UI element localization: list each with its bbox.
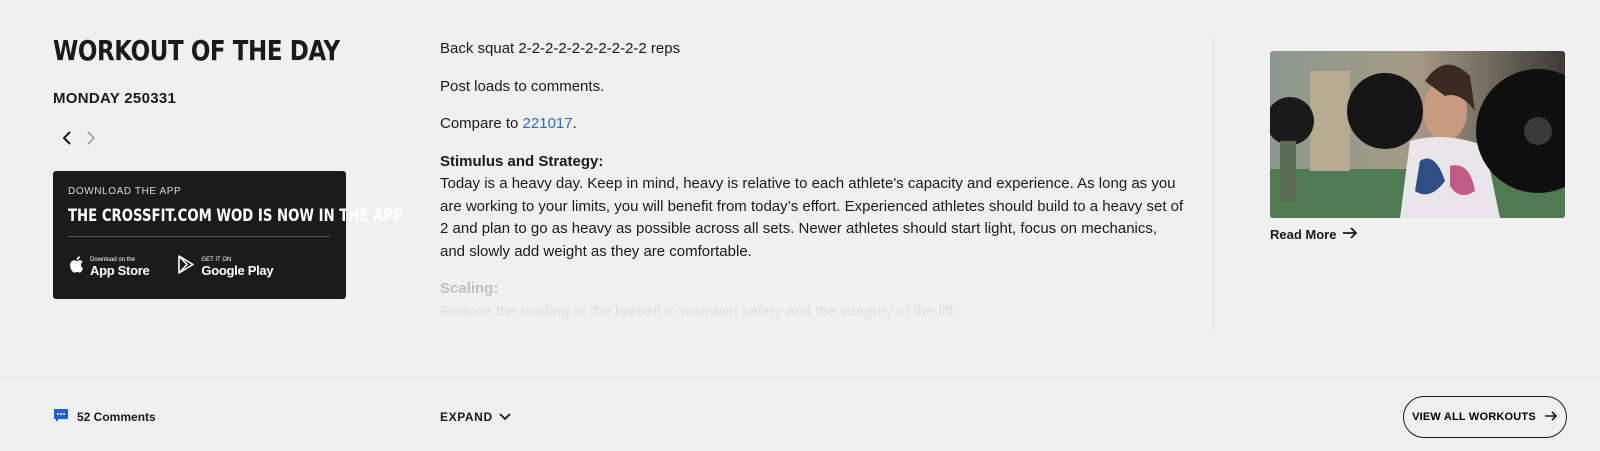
stimulus-text: Today is a heavy day. Keep in mind, heav… [440,175,1184,260]
stimulus-heading: Stimulus and Strategy: [440,152,604,170]
app-store-button[interactable]: Download on the App Store [68,255,150,279]
app-download-card: DOWNLOAD THE APP THE CROSSFIT.COM WOD IS… [53,171,403,299]
compare-suffix: . [572,115,577,132]
left-column: WORKOUT OF THE DAY MONDAY 250331 DOWNLOA… [53,34,403,299]
read-more-link[interactable]: Read More [1270,227,1358,242]
column-divider [1213,36,1214,332]
scaling-heading: Scaling: [440,280,499,297]
scaling-text: Reduce the loading of the barbell to mai… [440,302,958,320]
comments-count: 52 Comments [77,410,156,424]
wod-page: WORKOUT OF THE DAY MONDAY 250331 DOWNLOA… [0,0,1600,451]
read-more-label: Read More [1270,227,1337,242]
workout-line: Back squat 2-2-2-2-2-2-2-2-2-2 reps [440,40,681,57]
comments-link[interactable]: 52 Comments [53,408,156,426]
arrow-right-icon [1544,410,1558,424]
chevron-down-icon [499,410,511,424]
apple-icon [68,255,84,279]
expand-label: EXPAND [440,410,493,424]
page-title: WORKOUT OF THE DAY [53,34,340,67]
app-divider [68,236,330,237]
chevron-right-icon[interactable] [83,129,99,147]
arrow-right-icon [1342,227,1358,242]
store-badges: Download on the App Store GET IT ON Goog… [68,255,331,279]
workout-line: Post loads to comments. [440,77,605,95]
compare-prefix: Compare to [440,115,523,132]
view-all-workouts-button[interactable]: VIEW ALL WORKOUTS [1403,396,1567,438]
app-store-label: App Store [90,263,150,278]
day-navigation [53,129,348,147]
comment-icon [53,408,69,426]
compare-link[interactable]: 221017 [523,115,573,132]
wod-date: MONDAY 250331 [53,90,177,107]
app-kicker: DOWNLOAD THE APP [68,186,182,197]
footer-divider [0,377,1600,378]
google-play-label: Google Play [201,263,274,278]
expand-button[interactable]: EXPAND [440,410,511,424]
google-play-button[interactable]: GET IT ON Google Play [177,255,274,279]
compare-line: Compare to 221017. [440,113,1185,136]
feature-photo[interactable] [1270,51,1565,218]
google-play-icon [177,255,195,279]
workout-description: Back squat 2-2-2-2-2-2-2-2-2-2 reps Post… [440,38,1185,323]
view-all-label: VIEW ALL WORKOUTS [1412,411,1536,423]
chevron-left-icon[interactable] [59,129,75,147]
app-headline: THE CROSSFIT.COM WOD IS NOW IN THE APP [68,206,403,226]
